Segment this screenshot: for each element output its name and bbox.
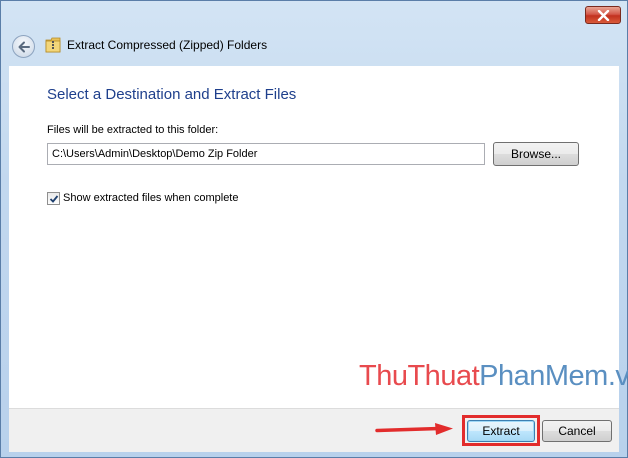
- watermark-part1: ThuThuat: [359, 360, 480, 392]
- content-panel: Select a Destination and Extract Files F…: [9, 66, 628, 408]
- window-title: Extract Compressed (Zipped) Folders: [67, 38, 268, 52]
- cancel-button[interactable]: Cancel: [542, 420, 612, 442]
- destination-path-input[interactable]: [47, 143, 485, 165]
- browse-button[interactable]: Browse...: [493, 142, 579, 166]
- show-files-option[interactable]: Show extracted files when complete: [47, 190, 238, 206]
- back-arrow-icon: [18, 41, 30, 53]
- zip-folder-icon: [45, 37, 61, 53]
- close-button[interactable]: [585, 6, 621, 24]
- button-bar: Extract Cancel: [9, 408, 619, 452]
- watermark-part2: PhanMem: [479, 360, 608, 392]
- show-files-label: Show extracted files when complete: [63, 192, 239, 204]
- destination-label: Files will be extracted to this folder:: [47, 124, 219, 136]
- extract-button[interactable]: Extract: [467, 420, 535, 442]
- page-heading: Select a Destination and Extract Files: [47, 86, 297, 103]
- close-icon: [597, 10, 610, 21]
- extract-dialog-window: Extract Compressed (Zipped) Folders Sele…: [0, 0, 628, 458]
- checkmark-icon: [49, 194, 59, 203]
- show-files-checkbox[interactable]: [47, 191, 60, 205]
- back-button[interactable]: [12, 35, 35, 58]
- red-arrow-icon: [375, 423, 453, 435]
- watermark-part3: .vn: [607, 360, 628, 392]
- watermark: ThuThuatPhanMem.vn: [359, 360, 628, 393]
